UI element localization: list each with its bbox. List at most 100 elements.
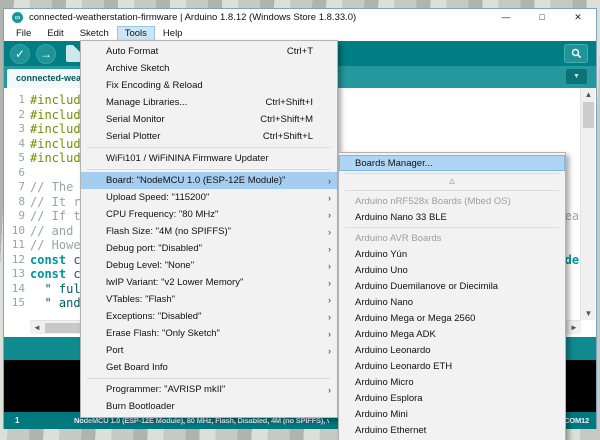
menu-item-label: CPU Frequency: "80 MHz" <box>106 209 323 220</box>
serial-monitor-button[interactable] <box>564 44 588 63</box>
tools-menu-item-debug-port-disabled[interactable]: Debug port: "Disabled"› <box>81 240 337 257</box>
boards-menu-item-arduino-avr-boards: Arduino AVR Boards <box>339 230 565 246</box>
boards-menu-item-arduino-nano[interactable]: Arduino Nano <box>339 294 565 310</box>
menu-item-shortcut: Ctrl+Shift+I <box>265 97 323 108</box>
menu-separator <box>87 169 331 170</box>
maximize-button[interactable]: □ <box>536 10 548 24</box>
line-number: 5 <box>4 151 30 166</box>
tools-menu-item-lwip-variant-v2-lower-memory[interactable]: lwIP Variant: "v2 Lower Memory"› <box>81 274 337 291</box>
tools-menu-item-programmer-avrisp-mkii[interactable]: Programmer: "AVRISP mkII"› <box>81 381 337 398</box>
menu-separator <box>345 190 559 191</box>
line-number: 1 <box>4 93 30 108</box>
line-number: 4 <box>4 137 30 152</box>
tools-menu-item-exceptions-disabled[interactable]: Exceptions: "Disabled"› <box>81 308 337 325</box>
boards-menu-item-arduino-micro[interactable]: Arduino Micro <box>339 374 565 390</box>
title-bar[interactable]: ∞ connected-weatherstation-firmware | Ar… <box>4 9 596 25</box>
tools-menu-item-port[interactable]: Port› <box>81 342 337 359</box>
line-number: 7 <box>4 180 30 195</box>
line-number: 6 <box>4 166 30 181</box>
menubar-item-file[interactable]: File <box>8 26 39 41</box>
upload-button[interactable]: → <box>36 44 56 64</box>
boards-menu-item-arduino-ethernet[interactable]: Arduino Ethernet <box>339 422 565 438</box>
new-sketch-button[interactable] <box>66 45 81 62</box>
tools-menu-item-fix-encoding-reload[interactable]: Fix Encoding & Reload <box>81 77 337 94</box>
menu-item-label: Arduino Yún <box>355 249 551 260</box>
menu-item-label: Flash Size: "4M (no SPIFFS)" <box>106 226 323 237</box>
boards-menu-item-arduino-mega-adk[interactable]: Arduino Mega ADK <box>339 326 565 342</box>
tools-menu-item-board-nodemcu-1-0-esp-12e-module[interactable]: Board: "NodeMCU 1.0 (ESP-12E Module)"› <box>81 172 337 189</box>
tools-menu-item-upload-speed-115200[interactable]: Upload Speed: "115200"› <box>81 189 337 206</box>
menu-item-label: Serial Monitor <box>106 114 260 125</box>
line-number: 13 <box>4 267 30 282</box>
submenu-arrow-icon: › <box>323 193 331 203</box>
scroll-up-arrow-icon[interactable]: ▲ <box>581 88 596 101</box>
menu-item-label: Get Board Info <box>106 362 323 373</box>
tools-menu-item-cpu-frequency-80-mhz[interactable]: CPU Frequency: "80 MHz"› <box>81 206 337 223</box>
boards-menu-item-arduino-leonardo-eth[interactable]: Arduino Leonardo ETH <box>339 358 565 374</box>
window-title: connected-weatherstation-firmware | Ardu… <box>29 12 500 23</box>
boards-menu-item-arduino-esplora[interactable]: Arduino Esplora <box>339 390 565 406</box>
menu-item-label: Debug Level: "None" <box>106 260 323 271</box>
menu-item-label: Arduino Mini <box>355 409 551 420</box>
boards-menu-item-arduino-uno[interactable]: Arduino Uno <box>339 262 565 278</box>
minimize-button[interactable]: — <box>500 10 512 24</box>
menu-item-label: Port <box>106 345 323 356</box>
menu-separator <box>345 173 559 174</box>
code-segment: const <box>30 267 66 281</box>
tools-menu-item-serial-plotter[interactable]: Serial PlotterCtrl+Shift+L <box>81 128 337 145</box>
tools-menu-item-flash-size-4m-no-spiffs[interactable]: Flash Size: "4M (no SPIFFS)"› <box>81 223 337 240</box>
menu-item-label: Arduino Micro <box>355 377 551 388</box>
tools-menu-item-get-board-info[interactable]: Get Board Info <box>81 359 337 376</box>
status-line-number: 1 <box>4 416 74 425</box>
boards-menu-item-arduino-mega-or-mega-2560[interactable]: Arduino Mega or Mega 2560 <box>339 310 565 326</box>
line-number: 11 <box>4 238 30 253</box>
submenu-arrow-icon: › <box>323 329 331 339</box>
tools-menu-item-wifi101-wifinina-firmware-updater[interactable]: WiFi101 / WiFiNINA Firmware Updater <box>81 150 337 167</box>
line-number: 15 <box>4 296 30 311</box>
menu-item-label: Upload Speed: "115200" <box>106 192 323 203</box>
tools-menu: Auto FormatCtrl+TArchive SketchFix Encod… <box>80 40 338 418</box>
menubar-item-edit[interactable]: Edit <box>39 26 71 41</box>
submenu-arrow-icon: › <box>323 244 331 254</box>
close-button[interactable]: ✕ <box>572 10 584 24</box>
menu-item-label: Arduino Ethernet <box>355 425 551 436</box>
vertical-scroll-thumb[interactable] <box>583 102 594 128</box>
boards-menu-item-boards-manager[interactable]: Boards Manager... <box>339 155 565 171</box>
scroll-down-arrow-icon[interactable]: ▼ <box>581 307 596 320</box>
menu-item-label: Arduino Duemilanove or Diecimila <box>355 281 551 292</box>
scroll-left-arrow-icon[interactable]: ◄ <box>30 321 44 335</box>
menu-item-label: Erase Flash: "Only Sketch" <box>106 328 323 339</box>
tools-menu-item-serial-monitor[interactable]: Serial MonitorCtrl+Shift+M <box>81 111 337 128</box>
tab-list-dropdown-button[interactable]: ▼ <box>566 69 587 84</box>
menu-item-label: Debug port: "Disabled" <box>106 243 323 254</box>
tools-menu-item-burn-bootloader[interactable]: Burn Bootloader <box>81 398 337 415</box>
menu-item-label: Arduino Esplora <box>355 393 551 404</box>
boards-menu-item-arduino-duemilanove-or-diecimila[interactable]: Arduino Duemilanove or Diecimila <box>339 278 565 294</box>
boards-menu-item-arduino-y-n[interactable]: Arduino Yún <box>339 246 565 262</box>
boards-menu-item-arduino-nano-33-ble[interactable]: Arduino Nano 33 BLE <box>339 209 565 225</box>
menubar-item-help[interactable]: Help <box>155 26 191 41</box>
menubar-item-sketch[interactable]: Sketch <box>72 26 117 41</box>
line-number: 12 <box>4 253 30 268</box>
menu-scroll-up-icon[interactable]: △ <box>339 176 565 188</box>
menu-item-label: Arduino Mega or Mega 2560 <box>355 313 551 324</box>
editor-vertical-scrollbar[interactable]: ▲ ▼ <box>580 88 595 320</box>
menubar-item-tools[interactable]: Tools <box>117 26 155 41</box>
submenu-arrow-icon: › <box>323 295 331 305</box>
menu-item-shortcut: Ctrl+Shift+M <box>260 114 323 125</box>
boards-menu-item-arduino-mini[interactable]: Arduino Mini <box>339 406 565 422</box>
submenu-arrow-icon: › <box>323 385 331 395</box>
tools-menu-item-manage-libraries[interactable]: Manage Libraries...Ctrl+Shift+I <box>81 94 337 111</box>
scroll-right-arrow-icon[interactable]: ► <box>567 321 581 335</box>
verify-button[interactable]: ✓ <box>10 44 30 64</box>
menu-item-label: Exceptions: "Disabled" <box>106 311 323 322</box>
tools-menu-item-auto-format[interactable]: Auto FormatCtrl+T <box>81 43 337 60</box>
boards-menu-item-arduino-leonardo[interactable]: Arduino Leonardo <box>339 342 565 358</box>
boards-menu-item-arduino-nrf528x-boards-mbed-os: Arduino nRF528x Boards (Mbed OS) <box>339 193 565 209</box>
tools-menu-item-erase-flash-only-sketch[interactable]: Erase Flash: "Only Sketch"› <box>81 325 337 342</box>
menu-item-label: Arduino nRF528x Boards (Mbed OS) <box>355 196 551 207</box>
tools-menu-item-archive-sketch[interactable]: Archive Sketch <box>81 60 337 77</box>
desktop-background: ∞ connected-weatherstation-firmware | Ar… <box>0 0 600 440</box>
tools-menu-item-vtables-flash[interactable]: VTables: "Flash"› <box>81 291 337 308</box>
tools-menu-item-debug-level-none[interactable]: Debug Level: "None"› <box>81 257 337 274</box>
